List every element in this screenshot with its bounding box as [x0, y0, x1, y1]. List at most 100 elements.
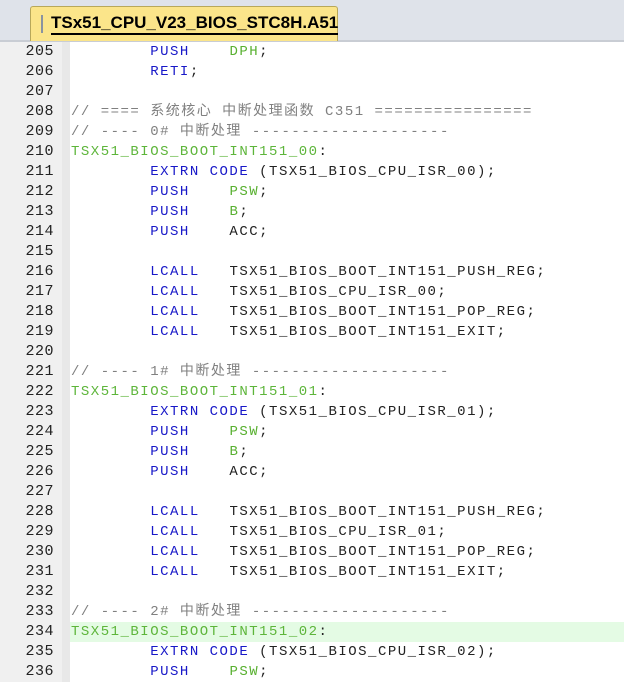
line-code: [70, 582, 624, 602]
token-tx: TSX51_BIOS_CPU_ISR_01;: [200, 524, 448, 540]
line-code: LCALL TSX51_BIOS_BOOT_INT151_EXIT;: [70, 562, 624, 582]
fold-margin: [62, 542, 70, 562]
token-tx: ;: [259, 184, 269, 200]
fold-margin: [62, 262, 70, 282]
code-line[interactable]: 207: [0, 82, 624, 102]
code-line[interactable]: 224 PUSH PSW;: [0, 422, 624, 442]
token-tx: [71, 284, 150, 300]
tab-file[interactable]: TSx51_CPU_V23_BIOS_STC8H.A51: [30, 6, 338, 41]
line-code: TSX51_BIOS_BOOT_INT151_01:: [70, 382, 624, 402]
code-line[interactable]: 230 LCALL TSX51_BIOS_BOOT_INT151_POP_REG…: [0, 542, 624, 562]
line-code: EXTRN CODE (TSX51_BIOS_CPU_ISR_00);: [70, 162, 624, 182]
token-tx: [190, 44, 230, 60]
token-tx: [190, 444, 230, 460]
token-lb: TSX51_BIOS_BOOT_INT151_02: [71, 624, 319, 640]
code-line[interactable]: 216 LCALL TSX51_BIOS_BOOT_INT151_PUSH_RE…: [0, 262, 624, 282]
code-line[interactable]: 231 LCALL TSX51_BIOS_BOOT_INT151_EXIT;: [0, 562, 624, 582]
code-line[interactable]: 206 RETI;: [0, 62, 624, 82]
token-tx: [71, 224, 150, 240]
code-line[interactable]: 208// ==== 系统核心 中断处理函数 C351 ============…: [0, 102, 624, 122]
code-line[interactable]: 227: [0, 482, 624, 502]
code-line[interactable]: 220: [0, 342, 624, 362]
code-line[interactable]: 222TSX51_BIOS_BOOT_INT151_01:: [0, 382, 624, 402]
code-line[interactable]: 211 EXTRN CODE (TSX51_BIOS_CPU_ISR_00);: [0, 162, 624, 182]
code-line[interactable]: 229 LCALL TSX51_BIOS_CPU_ISR_01;: [0, 522, 624, 542]
token-cm: // ---- 0# 中断处理 --------------------: [71, 124, 450, 140]
token-kw: LCALL: [150, 504, 200, 520]
fold-margin: [62, 462, 70, 482]
code-line[interactable]: 212 PUSH PSW;: [0, 182, 624, 202]
code-line[interactable]: 228 LCALL TSX51_BIOS_BOOT_INT151_PUSH_RE…: [0, 502, 624, 522]
fold-margin: [62, 522, 70, 542]
token-tx: ACC;: [190, 464, 269, 480]
code-line[interactable]: 233// ---- 2# 中断处理 --------------------: [0, 602, 624, 622]
code-line[interactable]: 225 PUSH B;: [0, 442, 624, 462]
line-number: 218: [0, 302, 62, 322]
token-tx: TSX51_BIOS_BOOT_INT151_POP_REG;: [200, 304, 537, 320]
token-tx: TSX51_BIOS_BOOT_INT151_EXIT;: [200, 564, 507, 580]
fold-margin: [62, 302, 70, 322]
fold-margin: [62, 322, 70, 342]
code-line[interactable]: 236 PUSH PSW;: [0, 662, 624, 682]
line-code: PUSH B;: [70, 202, 624, 222]
token-tx: [71, 304, 150, 320]
fold-margin: [62, 402, 70, 422]
code-line[interactable]: 226 PUSH ACC;: [0, 462, 624, 482]
line-number: 212: [0, 182, 62, 202]
code-line[interactable]: 219 LCALL TSX51_BIOS_BOOT_INT151_EXIT;: [0, 322, 624, 342]
token-tx: [71, 324, 150, 340]
fold-margin: [62, 62, 70, 82]
line-code: PUSH B;: [70, 442, 624, 462]
fold-margin: [62, 562, 70, 582]
code-line[interactable]: 223 EXTRN CODE (TSX51_BIOS_CPU_ISR_01);: [0, 402, 624, 422]
code-line[interactable]: 213 PUSH B;: [0, 202, 624, 222]
code-line[interactable]: 215: [0, 242, 624, 262]
fold-margin: [62, 162, 70, 182]
token-cm: // ---- 1# 中断处理 --------------------: [71, 364, 450, 380]
code-line[interactable]: 214 PUSH ACC;: [0, 222, 624, 242]
token-op: DPH: [229, 44, 259, 60]
token-tx: (TSX51_BIOS_CPU_ISR_00);: [249, 164, 497, 180]
code-line[interactable]: 221// ---- 1# 中断处理 --------------------: [0, 362, 624, 382]
fold-margin: [62, 482, 70, 502]
token-tx: [71, 404, 150, 420]
line-number: 219: [0, 322, 62, 342]
token-tx: (TSX51_BIOS_CPU_ISR_02);: [249, 644, 497, 660]
line-code: // ---- 2# 中断处理 --------------------: [70, 602, 624, 622]
code-editor[interactable]: 205 PUSH DPH;206 RETI;207208// ==== 系统核心…: [0, 42, 624, 681]
token-tx: ;: [239, 444, 249, 460]
token-tx: [71, 644, 150, 660]
line-code: [70, 482, 624, 502]
code-line[interactable]: 210TSX51_BIOS_BOOT_INT151_00:: [0, 142, 624, 162]
token-tx: [71, 204, 150, 220]
code-line[interactable]: 235 EXTRN CODE (TSX51_BIOS_CPU_ISR_02);: [0, 642, 624, 662]
code-line[interactable]: 205 PUSH DPH;: [0, 42, 624, 62]
token-tx: [71, 424, 150, 440]
token-kw: PUSH: [150, 204, 190, 220]
token-tx: [71, 544, 150, 560]
code-line[interactable]: 232: [0, 582, 624, 602]
token-tx: [190, 204, 230, 220]
code-line[interactable]: 217 LCALL TSX51_BIOS_CPU_ISR_00;: [0, 282, 624, 302]
line-code: LCALL TSX51_BIOS_BOOT_INT151_PUSH_REG;: [70, 502, 624, 522]
line-number: 210: [0, 142, 62, 162]
code-line[interactable]: 209 // ---- 0# 中断处理 --------------------: [0, 122, 624, 142]
fold-margin: [62, 82, 70, 102]
line-number: 234: [0, 622, 62, 642]
code-line[interactable]: 234TSX51_BIOS_BOOT_INT151_02:: [0, 622, 624, 642]
line-number: 213: [0, 202, 62, 222]
token-kw: EXTRN CODE: [150, 644, 249, 660]
line-number: 205: [0, 42, 62, 62]
line-number: 230: [0, 542, 62, 562]
token-op: B: [229, 444, 239, 460]
fold-margin: [62, 42, 70, 62]
line-number: 227: [0, 482, 62, 502]
token-kw: PUSH: [150, 664, 190, 680]
token-tx: (TSX51_BIOS_CPU_ISR_01);: [249, 404, 497, 420]
line-code: LCALL TSX51_BIOS_CPU_ISR_00;: [70, 282, 624, 302]
line-code: [70, 342, 624, 362]
code-line[interactable]: 218 LCALL TSX51_BIOS_BOOT_INT151_POP_REG…: [0, 302, 624, 322]
token-op: PSW: [229, 184, 259, 200]
line-number: 209: [0, 122, 62, 142]
fold-margin: [62, 362, 70, 382]
